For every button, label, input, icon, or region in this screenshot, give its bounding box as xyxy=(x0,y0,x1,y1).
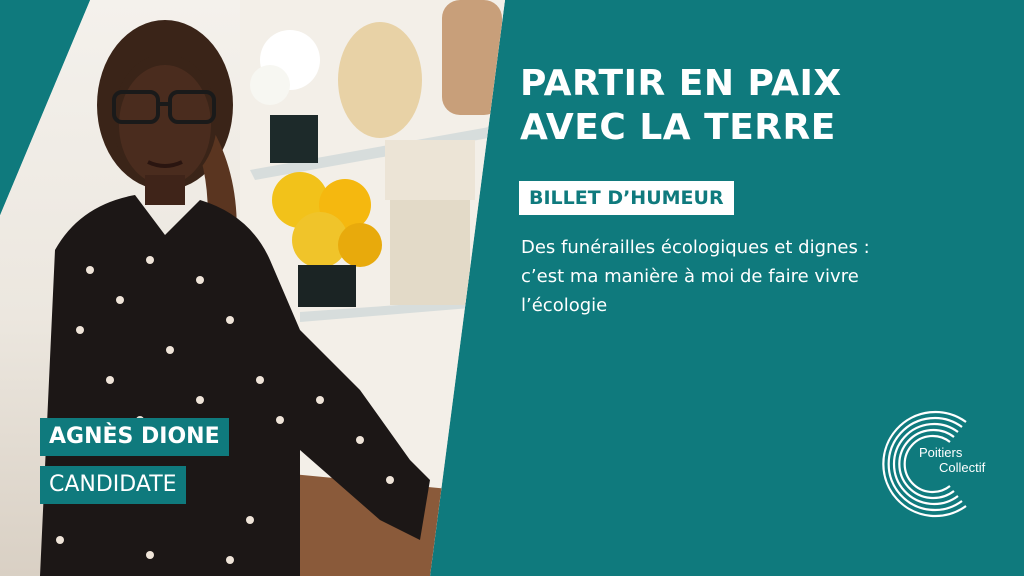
logo-line-2: Collectif xyxy=(939,460,986,475)
flower-pot-black xyxy=(298,265,356,307)
vase-brown xyxy=(442,0,502,115)
headline-line-1: PARTIR EN PAIX xyxy=(520,63,842,104)
headline-line-2: AVEC LA TERRE xyxy=(520,107,836,148)
person-role: CANDIDATE xyxy=(40,466,186,504)
visual-card: PARTIR EN PAIX AVEC LA TERRE BILLET D’HU… xyxy=(0,0,1024,576)
urn-box-top xyxy=(385,140,475,200)
vase-cream xyxy=(338,22,422,138)
logo-line-1: Poitiers xyxy=(919,445,963,460)
description: Des funérailles écologiques et dignes : … xyxy=(521,233,961,320)
logo-text: Poitiers Collectif xyxy=(919,445,985,475)
headline: PARTIR EN PAIX AVEC LA TERRE xyxy=(520,62,880,150)
person-name: AGNÈS DIONE xyxy=(40,418,229,456)
description-line-2: c’est ma manière à moi de faire vivre xyxy=(521,266,859,287)
description-line-3: l’écologie xyxy=(521,295,608,316)
urn-box xyxy=(390,200,470,305)
category-tag: BILLET D’HUMEUR xyxy=(519,181,734,215)
flower-pot-dark xyxy=(270,115,318,163)
description-line-1: Des funérailles écologiques et dignes : xyxy=(521,237,870,258)
